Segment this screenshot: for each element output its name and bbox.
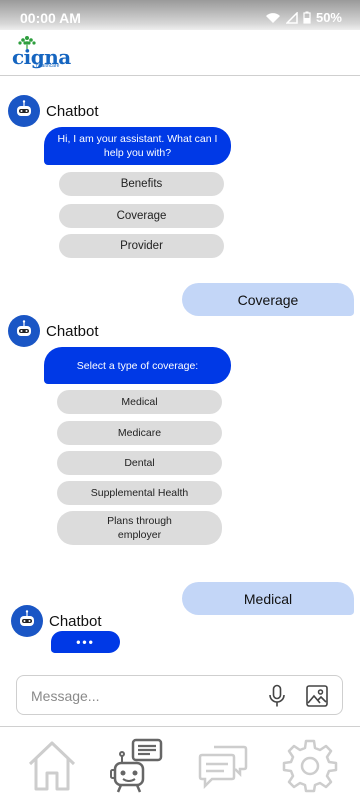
option-provider[interactable]: Provider bbox=[59, 234, 224, 258]
typing-indicator: ••• bbox=[51, 631, 120, 653]
bot-name: Chatbot bbox=[46, 322, 99, 340]
chatbot-avatar bbox=[8, 95, 40, 127]
robot-icon bbox=[17, 100, 31, 116]
status-icons: 50% bbox=[265, 10, 342, 25]
bot-header: Chatbot bbox=[8, 95, 99, 127]
option-plans-through-employer[interactable]: Plans through employer bbox=[57, 511, 222, 545]
settings-icon[interactable] bbox=[282, 737, 338, 793]
option-supplemental-health[interactable]: Supplemental Health bbox=[57, 481, 222, 505]
bottom-navigation bbox=[0, 726, 360, 800]
wifi-icon bbox=[265, 12, 280, 23]
user-message: Coverage bbox=[182, 283, 354, 316]
chatbot-avatar bbox=[11, 605, 43, 637]
robot-icon bbox=[20, 610, 34, 626]
battery-level: 50% bbox=[315, 10, 342, 25]
chatbot-avatar bbox=[8, 315, 40, 347]
robot-icon bbox=[17, 320, 31, 336]
app-header: cigna healthcare bbox=[0, 30, 360, 76]
user-message: Medical bbox=[182, 582, 354, 615]
microphone-icon[interactable] bbox=[267, 684, 287, 708]
option-dental[interactable]: Dental bbox=[57, 451, 222, 475]
message-input[interactable] bbox=[31, 686, 251, 706]
bot-message: Select a type of coverage: bbox=[44, 347, 231, 384]
image-icon[interactable] bbox=[305, 684, 329, 708]
status-bar: 00:00 AM 50% bbox=[0, 0, 360, 30]
option-coverage[interactable]: Coverage bbox=[59, 204, 224, 228]
cigna-logo[interactable]: cigna healthcare bbox=[12, 35, 72, 71]
battery-icon bbox=[303, 11, 311, 24]
option-benefits[interactable]: Benefits bbox=[59, 172, 224, 196]
bot-header: Chatbot bbox=[8, 315, 99, 347]
option-medicare[interactable]: Medicare bbox=[57, 421, 222, 445]
bot-message: Hi, I am your assistant. What can I help… bbox=[44, 127, 231, 165]
bot-name: Chatbot bbox=[46, 102, 99, 120]
status-time: 00:00 AM bbox=[20, 10, 81, 26]
home-icon[interactable] bbox=[24, 737, 80, 793]
option-medical[interactable]: Medical bbox=[57, 390, 222, 414]
bot-name: Chatbot bbox=[49, 612, 102, 630]
messages-icon[interactable] bbox=[194, 737, 250, 793]
logo-subtext: healthcare bbox=[36, 63, 60, 69]
message-composer bbox=[16, 675, 343, 715]
chatbot-icon[interactable] bbox=[108, 737, 164, 793]
signal-icon bbox=[285, 11, 298, 24]
